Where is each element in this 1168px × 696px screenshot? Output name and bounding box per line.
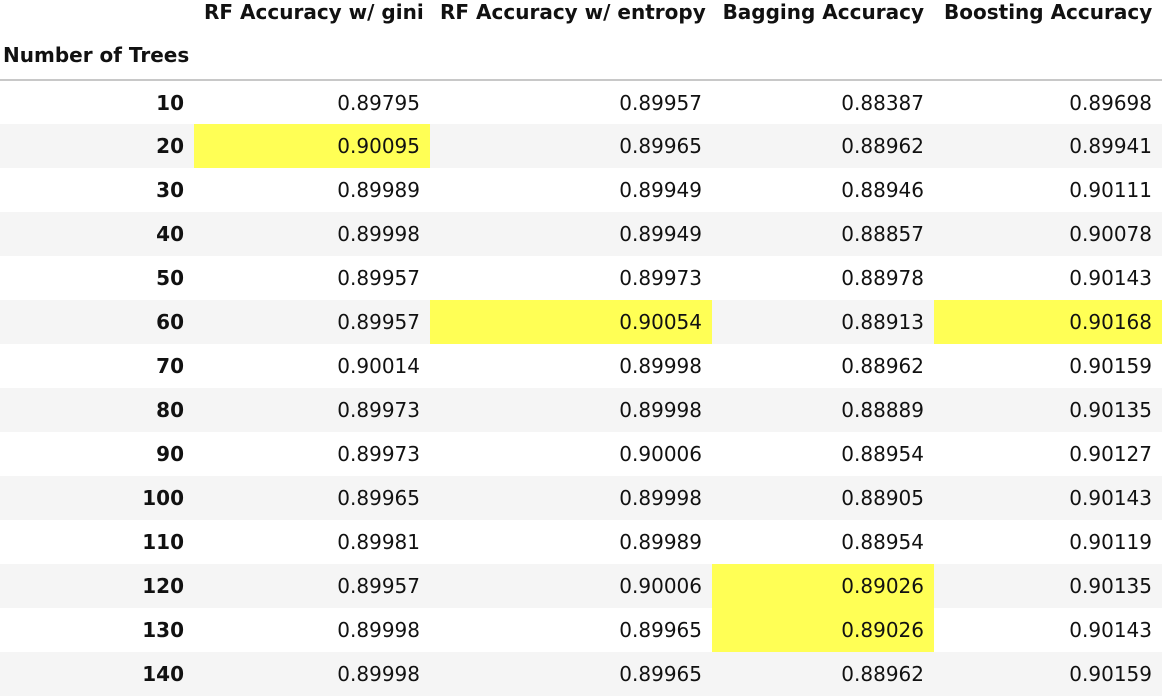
cell-rf-entropy: 0.89965 bbox=[619, 662, 702, 686]
cell-rf-entropy: 0.89965 bbox=[619, 134, 702, 158]
row-index: 10 bbox=[156, 90, 184, 115]
table-row: 40 0.89998 0.89949 0.88857 0.90078 bbox=[0, 212, 1162, 256]
cell-rf-gini: 0.89998 bbox=[337, 662, 420, 686]
table-row: 90 0.89973 0.90006 0.88954 0.90127 bbox=[0, 432, 1162, 476]
row-index: 120 bbox=[142, 574, 184, 598]
column-header-bagging: Bagging Accuracy bbox=[722, 0, 924, 24]
cell-boosting: 0.90143 bbox=[1069, 618, 1152, 642]
cell-bagging: 0.88387 bbox=[841, 90, 924, 115]
header-corner bbox=[0, 0, 194, 31]
table-row: 60 0.89957 0.90054 0.88913 0.90168 bbox=[0, 300, 1162, 344]
index-name: Number of Trees bbox=[0, 31, 194, 81]
cell-boosting: 0.89941 bbox=[1069, 134, 1152, 158]
table-body: 10 0.89795 0.89957 0.88387 0.89698 20 0.90095 0… bbox=[0, 80, 1162, 696]
table-row: 110 0.89981 0.89989 0.88954 0.90119 bbox=[0, 520, 1162, 564]
cell-boosting: 0.90111 bbox=[1069, 178, 1152, 202]
cell-boosting: 0.90135 bbox=[1069, 574, 1152, 598]
cell-rf-gini: 0.90095 bbox=[194, 124, 430, 168]
cell-bagging: 0.88978 bbox=[841, 266, 924, 290]
cell-rf-entropy: 0.89949 bbox=[619, 222, 702, 246]
row-index: 60 bbox=[156, 310, 184, 334]
row-index: 110 bbox=[142, 530, 184, 554]
cell-rf-entropy: 0.89998 bbox=[619, 354, 702, 378]
cell-boosting: 0.90168 bbox=[934, 300, 1162, 344]
cell-bagging: 0.88962 bbox=[841, 662, 924, 686]
cell-bagging: 0.88954 bbox=[841, 442, 924, 466]
cell-boosting: 0.90078 bbox=[1069, 222, 1152, 246]
cell-rf-gini: 0.90014 bbox=[337, 354, 420, 378]
column-header-row: RF Accuracy w/ gini RF Accuracy w/ entro… bbox=[0, 0, 1162, 31]
cell-rf-entropy: 0.90054 bbox=[430, 300, 712, 344]
table-header: RF Accuracy w/ gini RF Accuracy w/ entro… bbox=[0, 0, 1162, 81]
column-header-rf-gini: RF Accuracy w/ gini bbox=[204, 0, 424, 24]
index-header-empty-cell bbox=[934, 31, 1162, 81]
table-row: 30 0.89989 0.89949 0.88946 0.90111 bbox=[0, 168, 1162, 212]
cell-bagging: 0.89026 bbox=[712, 608, 934, 652]
cell-rf-gini: 0.89795 bbox=[337, 90, 420, 115]
table-row: 50 0.89957 0.89973 0.88978 0.90143 bbox=[0, 256, 1162, 300]
cell-rf-entropy: 0.90006 bbox=[619, 574, 702, 598]
table-row: 140 0.89998 0.89965 0.88962 0.90159 bbox=[0, 652, 1162, 696]
cell-boosting: 0.90135 bbox=[1069, 398, 1152, 422]
row-index: 140 bbox=[142, 662, 184, 686]
table-row: 10 0.89795 0.89957 0.88387 0.89698 bbox=[0, 80, 1162, 124]
cell-rf-gini: 0.89957 bbox=[337, 310, 420, 334]
table-row: 70 0.90014 0.89998 0.88962 0.90159 bbox=[0, 344, 1162, 388]
cell-rf-entropy: 0.89998 bbox=[619, 486, 702, 510]
cell-bagging: 0.88946 bbox=[841, 178, 924, 202]
cell-bagging: 0.88962 bbox=[841, 354, 924, 378]
cell-bagging: 0.89026 bbox=[712, 564, 934, 608]
cell-rf-gini: 0.89957 bbox=[337, 574, 420, 598]
cell-boosting: 0.90143 bbox=[1069, 266, 1152, 290]
cell-bagging: 0.88962 bbox=[841, 134, 924, 158]
index-header-empty-cell bbox=[712, 31, 934, 81]
row-index: 130 bbox=[142, 618, 184, 642]
cell-boosting: 0.90159 bbox=[1069, 354, 1152, 378]
table-row: 80 0.89973 0.89998 0.88889 0.90135 bbox=[0, 388, 1162, 432]
cell-rf-gini: 0.89957 bbox=[337, 266, 420, 290]
cell-bagging: 0.88954 bbox=[841, 530, 924, 554]
table-row: 100 0.89965 0.89998 0.88905 0.90143 bbox=[0, 476, 1162, 520]
cell-rf-entropy: 0.89998 bbox=[619, 398, 702, 422]
row-index: 50 bbox=[156, 266, 184, 290]
row-index: 100 bbox=[142, 486, 184, 510]
row-index: 40 bbox=[156, 222, 184, 246]
cell-rf-gini: 0.89998 bbox=[337, 618, 420, 642]
cell-rf-gini: 0.89989 bbox=[337, 178, 420, 202]
cell-rf-gini: 0.89981 bbox=[337, 530, 420, 554]
row-index: 90 bbox=[156, 442, 184, 466]
index-header-row: Number of Trees bbox=[0, 31, 1162, 81]
cell-rf-entropy: 0.89949 bbox=[619, 178, 702, 202]
cell-rf-entropy: 0.89973 bbox=[619, 266, 702, 290]
cell-boosting: 0.90143 bbox=[1069, 486, 1152, 510]
row-index: 30 bbox=[156, 178, 184, 202]
index-header-empty-cell bbox=[430, 31, 712, 81]
table-row: 20 0.90095 0.89965 0.88962 0.89941 bbox=[0, 124, 1162, 168]
cell-bagging: 0.88913 bbox=[841, 310, 924, 334]
cell-bagging: 0.88857 bbox=[841, 222, 924, 246]
table-row: 120 0.89957 0.90006 0.89026 0.90135 bbox=[0, 564, 1162, 608]
cell-boosting: 0.90119 bbox=[1069, 530, 1152, 554]
accuracy-table: RF Accuracy w/ gini RF Accuracy w/ entro… bbox=[0, 0, 1162, 696]
row-index: 80 bbox=[156, 398, 184, 422]
row-index: 20 bbox=[156, 134, 184, 158]
cell-rf-entropy: 0.89965 bbox=[619, 618, 702, 642]
cell-boosting: 0.90127 bbox=[1069, 442, 1152, 466]
cell-rf-gini: 0.89973 bbox=[337, 442, 420, 466]
cell-rf-entropy: 0.89957 bbox=[619, 90, 702, 115]
cell-bagging: 0.88905 bbox=[841, 486, 924, 510]
cell-boosting: 0.90159 bbox=[1069, 662, 1152, 686]
cell-rf-entropy: 0.89989 bbox=[619, 530, 702, 554]
cell-rf-entropy: 0.90006 bbox=[619, 442, 702, 466]
cell-boosting: 0.89698 bbox=[1069, 90, 1152, 115]
table-row: 130 0.89998 0.89965 0.89026 0.90143 bbox=[0, 608, 1162, 652]
cell-rf-gini: 0.89973 bbox=[337, 398, 420, 422]
column-header-rf-entropy: RF Accuracy w/ entropy bbox=[440, 0, 706, 24]
index-header-empty-cell bbox=[194, 31, 430, 81]
row-index: 70 bbox=[156, 354, 184, 378]
cell-bagging: 0.88889 bbox=[841, 398, 924, 422]
cell-rf-gini: 0.89998 bbox=[337, 222, 420, 246]
cell-rf-gini: 0.89965 bbox=[337, 486, 420, 510]
column-header-boosting: Boosting Accuracy bbox=[944, 0, 1153, 24]
